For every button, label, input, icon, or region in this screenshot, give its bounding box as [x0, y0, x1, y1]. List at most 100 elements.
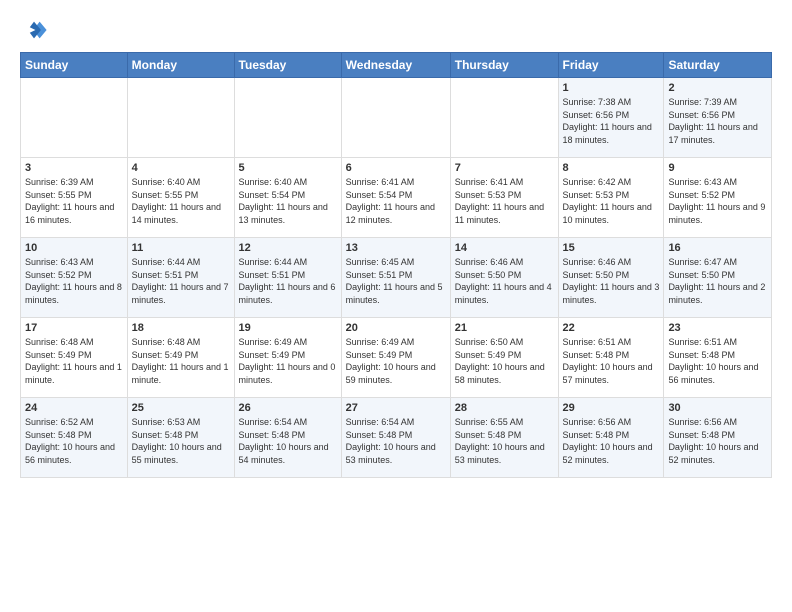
- day-number: 12: [239, 242, 337, 254]
- day-info: Sunrise: 6:53 AMSunset: 5:48 PMDaylight:…: [132, 416, 230, 466]
- calendar-cell: 2 Sunrise: 7:39 AMSunset: 6:56 PMDaylight…: [664, 78, 772, 158]
- day-number: 1: [563, 82, 660, 94]
- calendar-cell: 18Sunrise: 6:48 AMSunset: 5:49 PMDayligh…: [127, 318, 234, 398]
- day-number: 22: [563, 322, 660, 334]
- day-number: 28: [455, 402, 554, 414]
- calendar-cell: 3 Sunrise: 6:39 AMSunset: 5:55 PMDaylight…: [21, 158, 128, 238]
- calendar-cell: 30 Sunrise: 6:56 AMSunset: 5:48 PMDayligh…: [664, 398, 772, 478]
- header-cell-tuesday: Tuesday: [234, 53, 341, 78]
- calendar-cell: 21Sunrise: 6:50 AMSunset: 5:49 PMDayligh…: [450, 318, 558, 398]
- calendar-cell: [450, 78, 558, 158]
- day-info: Sunrise: 6:41 AMSunset: 5:54 PMDaylight:…: [346, 176, 446, 226]
- calendar-cell: [127, 78, 234, 158]
- calendar-cell: 19 Sunrise: 6:49 AMSunset: 5:49 PMDayligh…: [234, 318, 341, 398]
- calendar-cell: 15 Sunrise: 6:46 AMSunset: 5:50 PMDayligh…: [558, 238, 664, 318]
- day-info: Sunrise: 6:43 AMSunset: 5:52 PMDaylight:…: [25, 256, 123, 306]
- calendar-week-0: 1 Sunrise: 7:38 AMSunset: 6:56 PMDaylight…: [21, 78, 772, 158]
- day-number: 10: [25, 242, 123, 254]
- day-number: 30: [668, 402, 767, 414]
- day-info: Sunrise: 6:44 AMSunset: 5:51 PMDaylight:…: [132, 256, 230, 306]
- day-number: 11: [132, 242, 230, 254]
- day-info: Sunrise: 6:40 AMSunset: 5:55 PMDaylight:…: [132, 176, 230, 226]
- day-info: Sunrise: 6:54 AMSunset: 5:48 PMDaylight:…: [346, 416, 446, 466]
- day-info: Sunrise: 6:40 AMSunset: 5:54 PMDaylight:…: [239, 176, 337, 226]
- day-number: 13: [346, 242, 446, 254]
- logo: [20, 16, 52, 44]
- day-info: Sunrise: 7:39 AMSunset: 6:56 PMDaylight:…: [668, 96, 767, 146]
- calendar-cell: 28 Sunrise: 6:55 AMSunset: 5:48 PMDayligh…: [450, 398, 558, 478]
- header-cell-saturday: Saturday: [664, 53, 772, 78]
- calendar-cell: 17 Sunrise: 6:48 AMSunset: 5:49 PMDayligh…: [21, 318, 128, 398]
- day-number: 15: [563, 242, 660, 254]
- day-info: Sunrise: 6:52 AMSunset: 5:48 PMDaylight:…: [25, 416, 123, 466]
- calendar-cell: 10 Sunrise: 6:43 AMSunset: 5:52 PMDayligh…: [21, 238, 128, 318]
- calendar-cell: 22 Sunrise: 6:51 AMSunset: 5:48 PMDayligh…: [558, 318, 664, 398]
- calendar-cell: 1 Sunrise: 7:38 AMSunset: 6:56 PMDaylight…: [558, 78, 664, 158]
- day-number: 8: [563, 162, 660, 174]
- calendar-cell: 29Sunrise: 6:56 AMSunset: 5:48 PMDayligh…: [558, 398, 664, 478]
- calendar-cell: 27 Sunrise: 6:54 AMSunset: 5:48 PMDayligh…: [341, 398, 450, 478]
- day-info: Sunrise: 6:56 AMSunset: 5:48 PMDaylight:…: [668, 416, 767, 466]
- day-number: 19: [239, 322, 337, 334]
- day-number: 4: [132, 162, 230, 174]
- header-cell-wednesday: Wednesday: [341, 53, 450, 78]
- calendar-cell: 24Sunrise: 6:52 AMSunset: 5:48 PMDayligh…: [21, 398, 128, 478]
- day-info: Sunrise: 6:48 AMSunset: 5:49 PMDaylight:…: [25, 336, 123, 386]
- day-info: Sunrise: 6:45 AMSunset: 5:51 PMDaylight:…: [346, 256, 446, 306]
- calendar-cell: 7 Sunrise: 6:41 AMSunset: 5:53 PMDaylight…: [450, 158, 558, 238]
- day-info: Sunrise: 6:54 AMSunset: 5:48 PMDaylight:…: [239, 416, 337, 466]
- day-info: Sunrise: 6:39 AMSunset: 5:55 PMDaylight:…: [25, 176, 123, 226]
- header: [20, 16, 772, 44]
- header-cell-sunday: Sunday: [21, 53, 128, 78]
- day-info: Sunrise: 6:47 AMSunset: 5:50 PMDaylight:…: [668, 256, 767, 306]
- calendar-cell: 12 Sunrise: 6:44 AMSunset: 5:51 PMDayligh…: [234, 238, 341, 318]
- calendar-cell: 20Sunrise: 6:49 AMSunset: 5:49 PMDayligh…: [341, 318, 450, 398]
- day-info: Sunrise: 6:46 AMSunset: 5:50 PMDaylight:…: [563, 256, 660, 306]
- calendar-week-1: 3 Sunrise: 6:39 AMSunset: 5:55 PMDaylight…: [21, 158, 772, 238]
- day-info: Sunrise: 6:49 AMSunset: 5:49 PMDaylight:…: [346, 336, 446, 386]
- day-number: 23: [668, 322, 767, 334]
- calendar-cell: 8 Sunrise: 6:42 AMSunset: 5:53 PMDaylight…: [558, 158, 664, 238]
- calendar-cell: 26Sunrise: 6:54 AMSunset: 5:48 PMDayligh…: [234, 398, 341, 478]
- day-number: 21: [455, 322, 554, 334]
- calendar-cell: [21, 78, 128, 158]
- day-info: Sunrise: 6:41 AMSunset: 5:53 PMDaylight:…: [455, 176, 554, 226]
- day-info: Sunrise: 6:42 AMSunset: 5:53 PMDaylight:…: [563, 176, 660, 226]
- day-info: Sunrise: 6:43 AMSunset: 5:52 PMDaylight:…: [668, 176, 767, 226]
- day-info: Sunrise: 6:44 AMSunset: 5:51 PMDaylight:…: [239, 256, 337, 306]
- day-info: Sunrise: 6:46 AMSunset: 5:50 PMDaylight:…: [455, 256, 554, 306]
- calendar-cell: 23Sunrise: 6:51 AMSunset: 5:48 PMDayligh…: [664, 318, 772, 398]
- day-info: Sunrise: 7:38 AMSunset: 6:56 PMDaylight:…: [563, 96, 660, 146]
- day-number: 27: [346, 402, 446, 414]
- calendar-body: 1 Sunrise: 7:38 AMSunset: 6:56 PMDaylight…: [21, 78, 772, 478]
- calendar-cell: 13 Sunrise: 6:45 AMSunset: 5:51 PMDayligh…: [341, 238, 450, 318]
- day-number: 9: [668, 162, 767, 174]
- day-number: 14: [455, 242, 554, 254]
- day-info: Sunrise: 6:51 AMSunset: 5:48 PMDaylight:…: [563, 336, 660, 386]
- day-number: 6: [346, 162, 446, 174]
- day-number: 25: [132, 402, 230, 414]
- day-info: Sunrise: 6:55 AMSunset: 5:48 PMDaylight:…: [455, 416, 554, 466]
- calendar-cell: 9 Sunrise: 6:43 AMSunset: 5:52 PMDaylight…: [664, 158, 772, 238]
- day-number: 2: [668, 82, 767, 94]
- calendar-cell: 14 Sunrise: 6:46 AMSunset: 5:50 PMDayligh…: [450, 238, 558, 318]
- header-cell-monday: Monday: [127, 53, 234, 78]
- day-info: Sunrise: 6:56 AMSunset: 5:48 PMDaylight:…: [563, 416, 660, 466]
- day-number: 17: [25, 322, 123, 334]
- header-cell-friday: Friday: [558, 53, 664, 78]
- calendar-cell: 6 Sunrise: 6:41 AMSunset: 5:54 PMDaylight…: [341, 158, 450, 238]
- header-cell-thursday: Thursday: [450, 53, 558, 78]
- calendar-cell: 11 Sunrise: 6:44 AMSunset: 5:51 PMDayligh…: [127, 238, 234, 318]
- calendar-table: SundayMondayTuesdayWednesdayThursdayFrid…: [20, 52, 772, 478]
- day-number: 5: [239, 162, 337, 174]
- day-number: 3: [25, 162, 123, 174]
- day-info: Sunrise: 6:48 AMSunset: 5:49 PMDaylight:…: [132, 336, 230, 386]
- page: SundayMondayTuesdayWednesdayThursdayFrid…: [0, 0, 792, 488]
- calendar-cell: 5 Sunrise: 6:40 AMSunset: 5:54 PMDaylight…: [234, 158, 341, 238]
- day-info: Sunrise: 6:49 AMSunset: 5:49 PMDaylight:…: [239, 336, 337, 386]
- day-number: 7: [455, 162, 554, 174]
- calendar-week-4: 24Sunrise: 6:52 AMSunset: 5:48 PMDayligh…: [21, 398, 772, 478]
- day-number: 16: [668, 242, 767, 254]
- calendar-cell: 16 Sunrise: 6:47 AMSunset: 5:50 PMDayligh…: [664, 238, 772, 318]
- header-row: SundayMondayTuesdayWednesdayThursdayFrid…: [21, 53, 772, 78]
